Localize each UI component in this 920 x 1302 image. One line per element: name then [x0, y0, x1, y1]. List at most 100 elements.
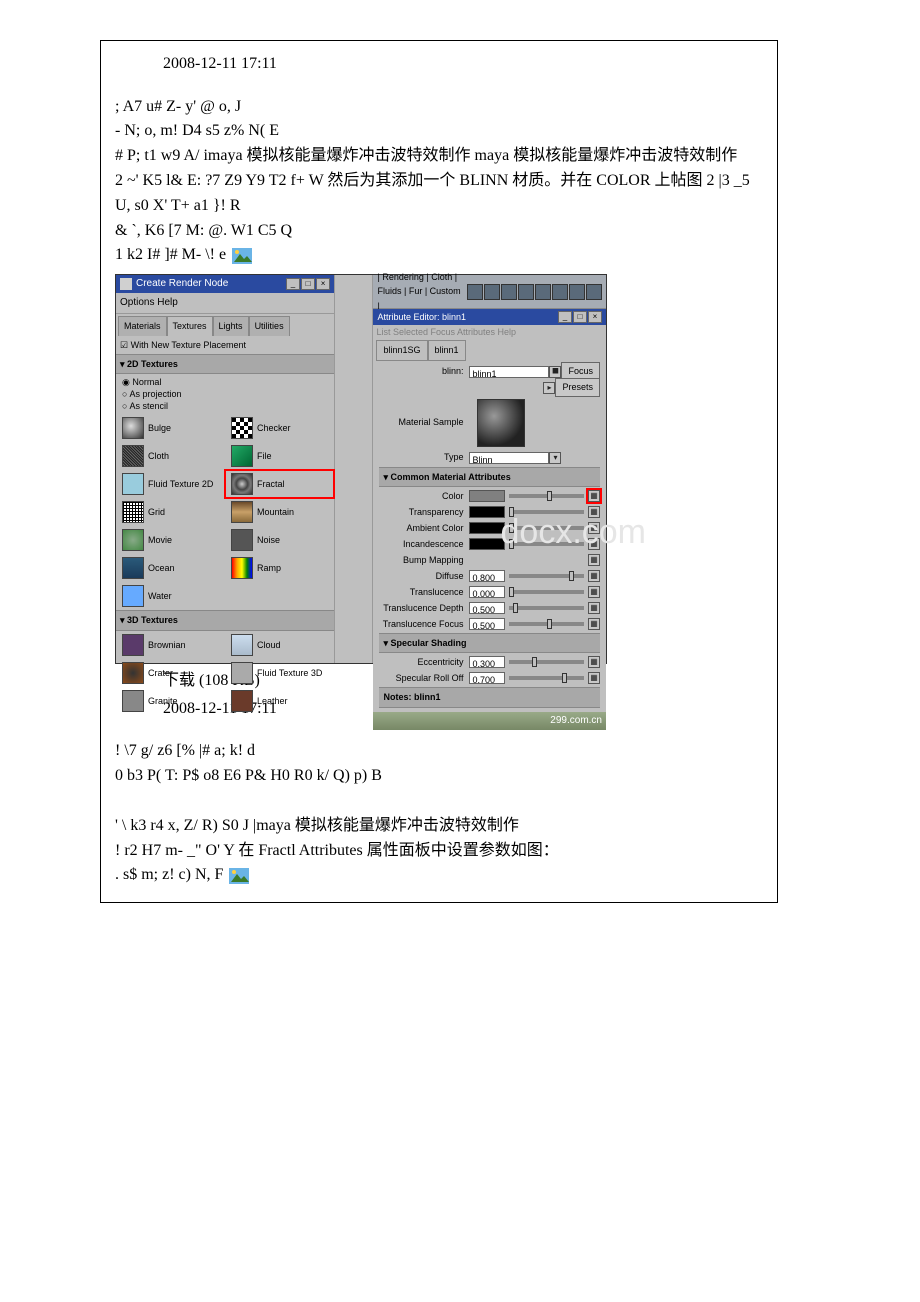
shelf-tabs[interactable]: | Rendering | Cloth | Fluids | Fur | Cus… [377, 270, 465, 313]
texture-brownian[interactable]: Brownian [116, 631, 225, 659]
shelf-icon[interactable] [501, 284, 517, 300]
section-2d-textures[interactable]: ▾ 2D Textures [116, 354, 334, 374]
dropdown-icon[interactable]: ▾ [549, 452, 561, 464]
color-slider[interactable] [509, 494, 584, 498]
translucence-map-button[interactable]: ▦ [588, 586, 600, 598]
sample-label: Material Sample [379, 415, 469, 429]
texture-noise[interactable]: Noise [225, 526, 334, 554]
presets-button[interactable]: Presets [555, 378, 600, 396]
material-sample-sphere [477, 399, 525, 447]
texture-movie[interactable]: Movie [116, 526, 225, 554]
maximize-button[interactable]: □ [301, 278, 315, 290]
texture-ocean[interactable]: Ocean [116, 554, 225, 582]
transparency-swatch[interactable] [469, 506, 505, 518]
transdepth-field[interactable]: 0.500 [469, 602, 505, 614]
name-field[interactable]: blinn1 [469, 366, 549, 378]
movie-icon [122, 529, 144, 551]
grid-icon [122, 501, 144, 523]
shelf-icon[interactable] [535, 284, 551, 300]
section-common-attrs[interactable]: ▾ Common Material Attributes [379, 467, 600, 487]
focus-icon[interactable]: ⯀ [549, 366, 561, 378]
create-render-node-panel: Create Render Node _ □ × Options Help Ma… [116, 275, 335, 663]
minimize-button[interactable]: _ [286, 278, 300, 290]
tab-textures[interactable]: Textures [167, 316, 213, 335]
incandescence-slider[interactable] [509, 542, 584, 546]
bump-map-button[interactable]: ▦ [588, 554, 600, 566]
eccentricity-map-button[interactable]: ▦ [588, 656, 600, 668]
texture-mountain[interactable]: Mountain [225, 498, 334, 526]
radio-stencil[interactable]: ○ As stencil [122, 400, 328, 412]
attribute-editor: Attribute Editor: blinn1 _ □ × List Sele… [373, 309, 606, 730]
ambient-map-button[interactable]: ▦ [588, 522, 600, 534]
line: ' \ k3 r4 x, Z/ R) S0 J |maya 模拟核能量爆炸冲击波… [115, 814, 763, 839]
shelf-icon[interactable] [518, 284, 534, 300]
texture-fluid3d[interactable]: Fluid Texture 3D [225, 659, 334, 687]
tab-blinn1[interactable]: blinn1 [428, 340, 466, 360]
incandescence-swatch[interactable] [469, 538, 505, 550]
ambient-swatch[interactable] [469, 522, 505, 534]
notes-section[interactable]: Notes: blinn1 [379, 687, 600, 707]
rolloff-map-button[interactable]: ▦ [588, 672, 600, 684]
shelf-icon[interactable] [569, 284, 585, 300]
section-3d-textures[interactable]: ▾ 3D Textures [116, 610, 334, 630]
texture-fractal[interactable]: Fractal [225, 470, 334, 498]
tab-blinn1sg[interactable]: blinn1SG [376, 340, 427, 360]
shelf-icon[interactable] [586, 284, 602, 300]
close-button[interactable]: × [316, 278, 330, 290]
shelf-icon[interactable] [467, 284, 483, 300]
texture-crater[interactable]: Crater [116, 659, 225, 687]
watermark: 299.com.cn [373, 712, 606, 730]
texture-file[interactable]: File [225, 442, 334, 470]
shelf-icon[interactable] [552, 284, 568, 300]
cloth-icon [122, 445, 144, 467]
section-specular[interactable]: ▾ Specular Shading [379, 633, 600, 653]
minimize-button[interactable]: _ [558, 311, 572, 323]
texture-cloth[interactable]: Cloth [116, 442, 225, 470]
transfocus-slider[interactable] [509, 622, 584, 626]
attr-menubar[interactable]: List Selected Focus Attributes Help [373, 325, 606, 338]
texture-grid[interactable]: Grid [116, 498, 225, 526]
tab-lights[interactable]: Lights [213, 316, 249, 335]
maximize-button[interactable]: □ [573, 311, 587, 323]
transdepth-map-button[interactable]: ▦ [588, 602, 600, 614]
presets-icon[interactable]: ▸ [543, 382, 555, 394]
new-placement-checkbox[interactable]: ☑ With New Texture Placement [116, 336, 334, 354]
line: 2 ~' K5 l& E: ?7 Z9 Y9 T2 f+ W 然后为其添加一个 … [115, 169, 763, 219]
texture-fluid2d[interactable]: Fluid Texture 2D [116, 470, 225, 498]
color-swatch[interactable] [469, 490, 505, 502]
ambient-slider[interactable] [509, 526, 584, 530]
texture-ramp[interactable]: Ramp [225, 554, 334, 582]
diffuse-slider[interactable] [509, 574, 584, 578]
diffuse-field[interactable]: 0.800 [469, 570, 505, 582]
radio-projection[interactable]: ○ As projection [122, 388, 328, 400]
tab-utilities[interactable]: Utilities [249, 316, 290, 335]
eccentricity-field[interactable]: 0.300 [469, 656, 505, 668]
transfocus-field[interactable]: 0.500 [469, 618, 505, 630]
type-dropdown[interactable]: Blinn [469, 452, 549, 464]
translucence-field[interactable]: 0.000 [469, 586, 505, 598]
translucence-slider[interactable] [509, 590, 584, 594]
color-map-button[interactable]: ▦ [588, 490, 600, 502]
texture-checker[interactable]: Checker [225, 414, 334, 442]
incandescence-map-button[interactable]: ▦ [588, 538, 600, 550]
eccentricity-slider[interactable] [509, 660, 584, 664]
texture-leather[interactable]: Leather [225, 687, 334, 715]
menubar[interactable]: Options Help [116, 293, 334, 314]
texture-granite[interactable]: Granite [116, 687, 225, 715]
texture-water[interactable]: Water [116, 582, 225, 610]
texture-bulge[interactable]: Bulge [116, 414, 225, 442]
radio-normal[interactable]: ◉ Normal [122, 376, 328, 388]
transfocus-map-button[interactable]: ▦ [588, 618, 600, 630]
transparency-slider[interactable] [509, 510, 584, 514]
texture-empty [225, 582, 334, 610]
rolloff-field[interactable]: 0.700 [469, 672, 505, 684]
texture-cloud[interactable]: Cloud [225, 631, 334, 659]
transdepth-slider[interactable] [509, 606, 584, 610]
rolloff-slider[interactable] [509, 676, 584, 680]
tab-materials[interactable]: Materials [118, 316, 167, 335]
shelf-icon[interactable] [484, 284, 500, 300]
close-button[interactable]: × [588, 311, 602, 323]
diffuse-map-button[interactable]: ▦ [588, 570, 600, 582]
transparency-map-button[interactable]: ▦ [588, 506, 600, 518]
app-icon [120, 278, 132, 290]
